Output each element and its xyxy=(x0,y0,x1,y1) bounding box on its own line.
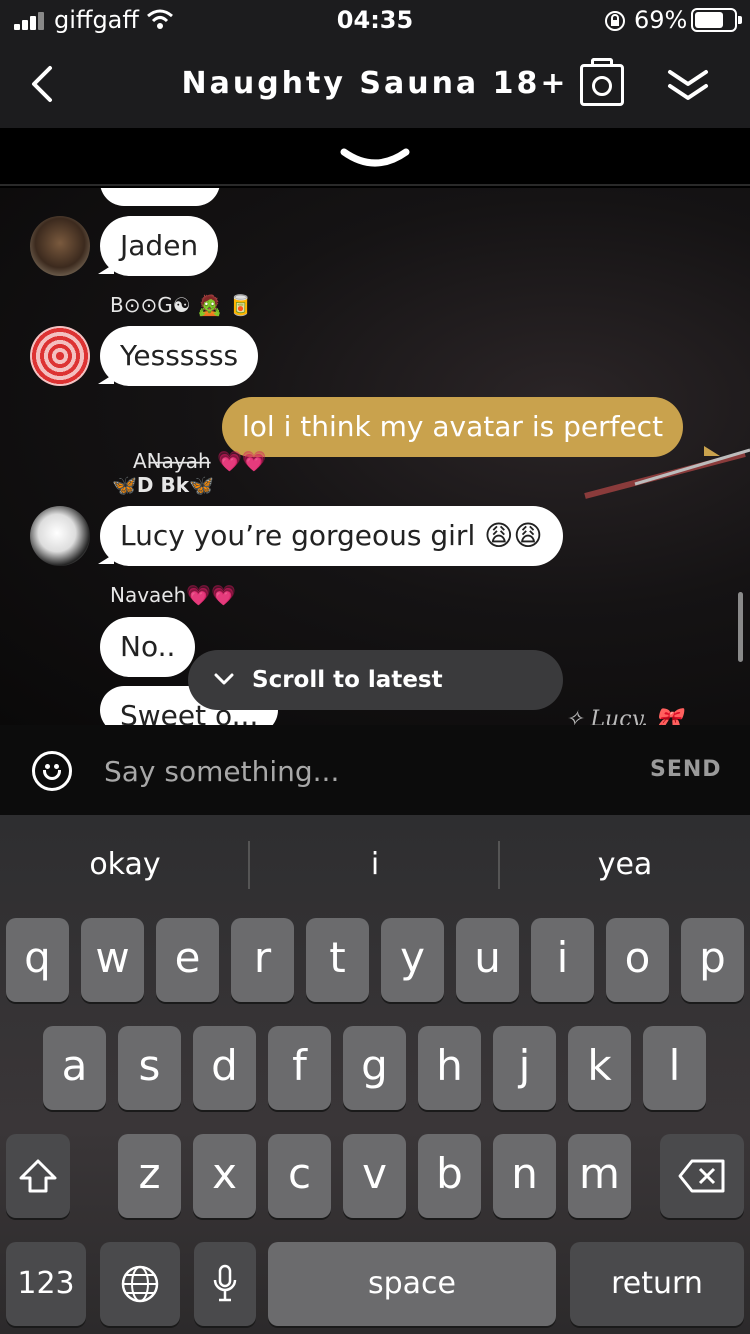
key-q[interactable]: q xyxy=(6,918,69,1002)
key-e[interactable]: e xyxy=(156,918,219,1002)
backspace-key[interactable] xyxy=(660,1134,744,1218)
shift-key[interactable] xyxy=(6,1134,70,1218)
microphone-icon[interactable] xyxy=(194,1242,256,1326)
message-bubble: Jaden xyxy=(100,216,219,276)
key-j[interactable]: j xyxy=(493,1026,556,1110)
collapse-double-chevron-icon[interactable] xyxy=(666,66,710,106)
key-o[interactable]: o xyxy=(606,918,669,1002)
key-f[interactable]: f xyxy=(268,1026,331,1110)
username-label: B⊙⊙G☯ 🧟 🥫 xyxy=(110,293,254,317)
key-n[interactable]: n xyxy=(493,1134,556,1218)
key-h[interactable]: h xyxy=(418,1026,481,1110)
battery-percent: 69% xyxy=(634,6,688,34)
key-c[interactable]: c xyxy=(268,1134,331,1218)
key-z[interactable]: z xyxy=(118,1134,181,1218)
avatar[interactable] xyxy=(30,216,90,276)
key-d[interactable]: d xyxy=(193,1026,256,1110)
space-key[interactable]: space xyxy=(268,1242,556,1326)
suggestion-3[interactable]: yea xyxy=(500,815,750,915)
suggestion-2[interactable]: i xyxy=(250,815,500,915)
key-x[interactable]: x xyxy=(193,1134,256,1218)
scrollbar[interactable] xyxy=(738,592,743,662)
username-label: Navaeh💗💗 xyxy=(110,583,237,607)
message-bubble: No.. xyxy=(100,617,196,677)
page-title: Naughty Sauna 18+ xyxy=(181,66,569,101)
message-input[interactable] xyxy=(104,753,604,789)
key-b[interactable]: b xyxy=(418,1134,481,1218)
key-l[interactable]: l xyxy=(643,1026,706,1110)
collapse-bar[interactable] xyxy=(0,128,750,186)
key-k[interactable]: k xyxy=(568,1026,631,1110)
numbers-key[interactable]: 123 xyxy=(6,1242,86,1326)
key-r[interactable]: r xyxy=(231,918,294,1002)
scroll-to-latest-button[interactable]: Scroll to latest message xyxy=(188,650,563,753)
composer: SEND xyxy=(0,725,750,815)
key-a[interactable]: a xyxy=(43,1026,106,1110)
key-v[interactable]: v xyxy=(343,1134,406,1218)
globe-icon[interactable] xyxy=(100,1242,180,1326)
return-key[interactable]: return xyxy=(570,1242,744,1326)
chat-header: Naughty Sauna 18+ xyxy=(0,44,750,128)
key-w[interactable]: w xyxy=(81,918,144,1002)
battery-icon xyxy=(691,8,742,32)
send-button[interactable]: SEND xyxy=(650,757,722,782)
key-u[interactable]: u xyxy=(456,918,519,1002)
key-p[interactable]: p xyxy=(681,918,744,1002)
chat-area[interactable]: Jaden B⊙⊙G☯ 🧟 🥫 Yessssss lol i think my … xyxy=(0,188,750,725)
message-bubble xyxy=(100,188,220,206)
key-s[interactable]: s xyxy=(118,1026,181,1110)
message-bubble: Yessssss xyxy=(100,326,259,386)
username-label: AN̶a̶y̶a̶h̶ 💗💗 xyxy=(133,449,267,473)
username-label: 🦋D Bk🦋 xyxy=(112,473,214,497)
emoji-icon[interactable] xyxy=(32,751,72,791)
message-bubble: Lucy you’re gorgeous girl 😩😩 xyxy=(100,506,563,566)
camera-icon[interactable] xyxy=(580,58,624,106)
key-y[interactable]: y xyxy=(381,918,444,1002)
key-t[interactable]: t xyxy=(306,918,369,1002)
key-m[interactable]: m xyxy=(568,1134,631,1218)
status-bar: giffgaff 04:35 69% xyxy=(0,0,750,44)
my-message-bubble: lol i think my avatar is perfect xyxy=(222,397,684,457)
rotation-lock-icon xyxy=(605,11,625,31)
suggestion-1[interactable]: okay xyxy=(0,815,250,915)
keyboard: okay i yea 123 space return qwertyuiopas… xyxy=(0,815,750,1334)
avatar[interactable] xyxy=(30,506,90,566)
chevron-down-icon xyxy=(214,673,234,685)
key-i[interactable]: i xyxy=(531,918,594,1002)
key-g[interactable]: g xyxy=(343,1026,406,1110)
avatar[interactable] xyxy=(30,326,90,386)
chevron-down-icon[interactable] xyxy=(340,144,410,174)
